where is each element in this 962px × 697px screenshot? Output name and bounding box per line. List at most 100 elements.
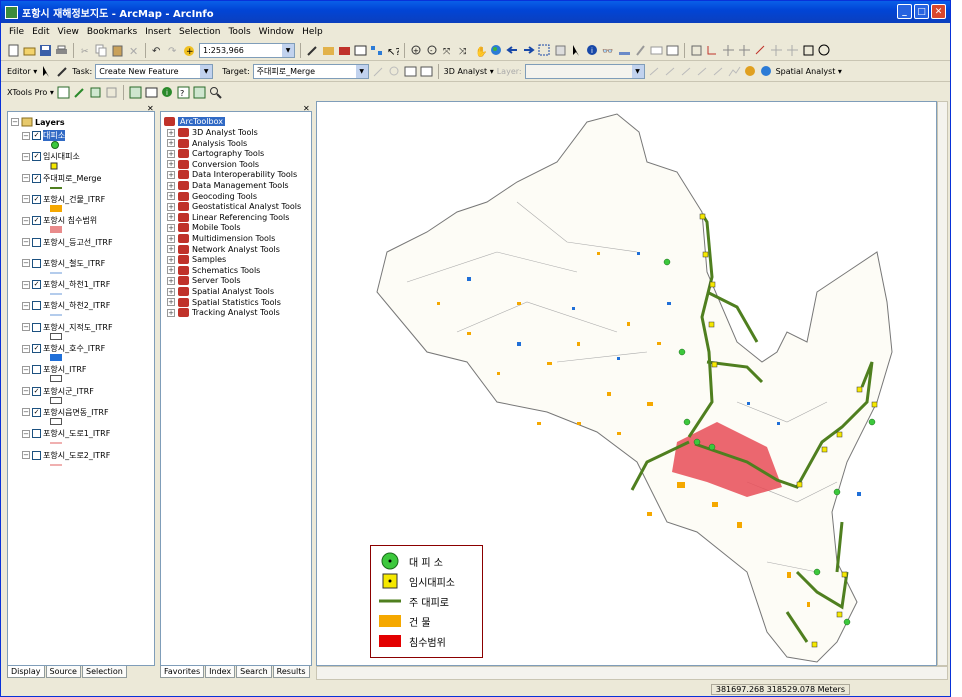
split-tool-icon[interactable] [372,65,385,78]
tab-index[interactable]: Index [205,666,236,678]
new-icon[interactable] [7,44,20,57]
table-icon[interactable] [57,86,70,99]
toolbox-item[interactable]: + Spatial Analyst Tools [167,287,274,296]
expand-icon[interactable]: + [167,276,175,285]
pan-icon[interactable]: ✋ [474,44,487,58]
menu-edit[interactable]: Edit [32,27,49,37]
toolbox-item[interactable]: + Geostatistical Analyst Tools [167,202,301,212]
3d-tool-3-icon[interactable] [680,65,693,78]
expand-icon[interactable]: + [167,287,175,296]
print-icon[interactable] [55,44,68,57]
draw-circle-icon[interactable] [818,44,831,57]
layer-checkbox[interactable] [32,322,41,332]
select-features-icon[interactable] [538,44,551,57]
toolbox-item[interactable]: + Linear Referencing Tools [167,212,289,222]
tab-favorites[interactable]: Favorites [160,666,205,678]
collapse-icon[interactable]: − [22,174,30,183]
grid-icon[interactable] [105,86,118,99]
toolbox-icon[interactable] [338,44,351,57]
expand-icon[interactable]: + [167,192,175,201]
layer-row[interactable]: − ✓ 임시대피소 [22,151,80,162]
menu-view[interactable]: View [58,27,79,37]
edit-tool-icon[interactable] [40,65,53,78]
tab-source[interactable]: Source [45,666,81,678]
layer-row[interactable]: − ✓ 대피소 [22,130,66,141]
close-icon[interactable]: ✕ [303,104,310,113]
menu-window[interactable]: Window [259,27,295,37]
collapse-icon[interactable]: − [22,323,30,332]
layer-checkbox[interactable] [32,450,41,460]
menu-selection[interactable]: Selection [179,27,220,37]
toolbox-item[interactable]: + Spatial Statistics Tools [167,297,281,307]
delete-link-icon[interactable] [738,44,751,57]
toolbox-item[interactable]: + Data Interoperability Tools [167,170,297,180]
collapse-icon[interactable]: − [22,259,30,268]
layer-row[interactable]: − ✓ 주대피로_Merge [22,173,101,184]
xtools-menu[interactable]: XTools Pro ▾ [7,88,54,97]
collapse-icon[interactable]: − [22,408,30,417]
close-button[interactable]: ✕ [931,4,946,19]
scale-icon[interactable] [786,44,799,57]
collapse-icon[interactable]: − [22,216,30,225]
collapse-icon[interactable]: − [22,387,30,396]
time-slider-icon[interactable] [650,44,663,57]
layer-row[interactable]: − 포항시_철도_ITRF [22,258,105,269]
expand-icon[interactable]: + [167,213,175,222]
layer-checkbox[interactable] [32,301,41,311]
toolbox-item[interactable]: + Server Tools [167,276,240,286]
layer-row[interactable]: − 포항시_도로2_ITRF [22,450,110,461]
search-icon[interactable] [209,86,222,99]
expand-icon[interactable]: + [167,170,175,179]
transform-icon[interactable] [89,86,102,99]
layer-row[interactable]: − 포항시_하천2_ITRF [22,300,110,311]
collapse-icon[interactable]: − [22,238,30,246]
toolbox-item[interactable]: + Cartography Tools [167,149,264,159]
editor-menu[interactable]: Editor ▾ [7,67,37,76]
toolbox-item[interactable]: + Network Analyst Tools [167,244,280,254]
toolbox-item[interactable]: + Mobile Tools [167,223,241,233]
expand-icon[interactable]: + [167,160,175,169]
toolbox-item[interactable]: + Conversion Tools [167,159,259,169]
collapse-icon[interactable]: − [22,451,30,459]
layer-row[interactable]: − ✓ 포항시 침수범위 [22,215,97,226]
chevron-down-icon[interactable]: ▼ [631,64,644,78]
arcglobe-icon[interactable] [760,65,773,78]
select-elements-icon[interactable] [570,44,583,57]
toolbox-item[interactable]: +3D Analyst Tools [167,128,258,137]
layer-row[interactable]: − 포항시_등고선_ITRF [22,237,113,248]
menu-bookmarks[interactable]: Bookmarks [87,27,137,37]
3d-tool-2-icon[interactable] [664,65,677,78]
tab-results[interactable]: Results [272,666,310,678]
open-icon[interactable] [23,44,36,57]
add-data-icon[interactable]: + [183,44,196,57]
arcscene-icon[interactable] [744,65,757,78]
collapse-icon[interactable]: − [11,118,19,126]
map-horizontal-scrollbar[interactable] [316,666,948,680]
toolbox-item[interactable]: + Samples [167,255,226,265]
toc-root[interactable]: − Layers [11,117,65,127]
chevron-down-icon[interactable]: ▼ [282,43,294,57]
whats-this-icon[interactable]: ↖? [386,44,401,58]
collapse-icon[interactable]: − [22,365,30,374]
shift-icon[interactable] [770,44,783,57]
expand-icon[interactable]: + [167,139,175,148]
expand-icon[interactable]: + [167,255,175,264]
toolbox-item[interactable]: + Geocoding Tools [167,191,257,201]
collapse-icon[interactable]: − [22,429,30,438]
fixed-zoom-out-icon[interactable]: ⤨ [458,44,471,57]
toolbox-item[interactable]: + Multidimension Tools [167,234,275,243]
spatial-analyst-menu[interactable]: Spatial Analyst ▾ [776,67,842,76]
3d-analyst-menu[interactable]: 3D Analyst ▾ [444,67,494,76]
expand-icon[interactable]: + [167,202,175,211]
toolbox-item[interactable]: + Schematics Tools [167,265,260,275]
zoom-in-icon[interactable]: + [410,44,423,57]
expand-icon[interactable]: + [167,308,175,317]
command-line-icon[interactable] [354,44,367,57]
rotate-icon[interactable] [754,44,767,57]
map-vertical-scrollbar[interactable] [937,101,948,666]
task-combo[interactable]: Create New Feature ▼ [95,63,214,79]
copy-icon[interactable] [95,44,108,57]
layer-combo[interactable]: ▼ [524,63,645,79]
full-extent-icon[interactable] [490,44,503,57]
toolbox-item[interactable]: + Analysis Tools [167,138,247,148]
